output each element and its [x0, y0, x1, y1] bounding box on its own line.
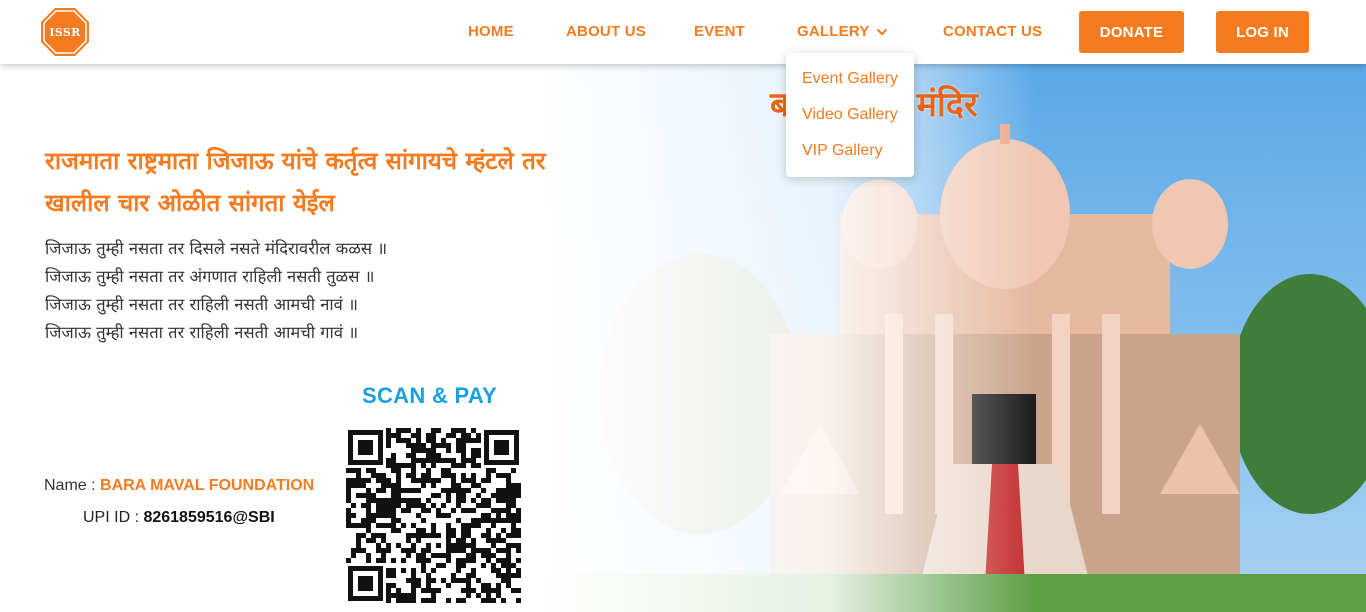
nav-event[interactable]: EVENT: [694, 23, 745, 40]
name-value: BARA MAVAL FOUNDATION: [100, 477, 315, 494]
menu-item-vip-gallery[interactable]: VIP Gallery: [802, 142, 883, 160]
payee-name-row: Name : BARA MAVAL FOUNDATION: [44, 477, 314, 495]
issr-logo[interactable]: ISSR: [40, 7, 90, 57]
upi-value: 8261859516@SBI: [143, 509, 275, 526]
nav-about-us[interactable]: ABOUT US: [566, 23, 646, 40]
scan-pay-heading: SCAN & PAY: [362, 383, 498, 408]
donate-button[interactable]: DONATE: [1079, 11, 1184, 53]
menu-item-video-gallery[interactable]: Video Gallery: [802, 106, 898, 124]
hero-headline: राजमाता राष्ट्रमाता जिजाऊ यांचे कर्तृत्व…: [45, 147, 546, 217]
upi-id-row: UPI ID : 8261859516@SBI: [83, 509, 275, 527]
gallery-dropdown: Event Gallery Video Gallery VIP Gallery: [786, 53, 914, 177]
nav-contact-us[interactable]: CONTACT US: [943, 23, 1042, 40]
upi-label: UPI ID :: [83, 509, 144, 526]
nav-home[interactable]: HOME: [468, 23, 514, 40]
chevron-down-icon[interactable]: [876, 26, 888, 38]
qr-code: [346, 428, 521, 603]
temple-image: [540, 64, 1366, 612]
name-label: Name :: [44, 477, 101, 494]
poem-line: जिजाऊ तुम्ही नसता तर राहिली नसती आमची गा…: [45, 323, 359, 342]
nav-gallery[interactable]: GALLERY: [797, 23, 870, 40]
login-button[interactable]: LOG IN: [1216, 11, 1309, 53]
logo-text: ISSR: [49, 25, 81, 39]
poem: जिजाऊ तुम्ही नसता तर दिसले नसते मंदिरावर…: [45, 235, 515, 347]
poem-line: जिजाऊ तुम्ही नसता तर अंगणात राहिली नसती …: [45, 267, 375, 286]
menu-item-event-gallery[interactable]: Event Gallery: [802, 70, 898, 88]
poem-line: जिजाऊ तुम्ही नसता तर दिसले नसते मंदिरावर…: [45, 239, 388, 258]
poem-line: जिजाऊ तुम्ही नसता तर राहिली नसती आमची ना…: [45, 295, 358, 314]
navbar: ISSR HOME ABOUT US EVENT GALLERY CONTACT…: [0, 0, 1366, 64]
